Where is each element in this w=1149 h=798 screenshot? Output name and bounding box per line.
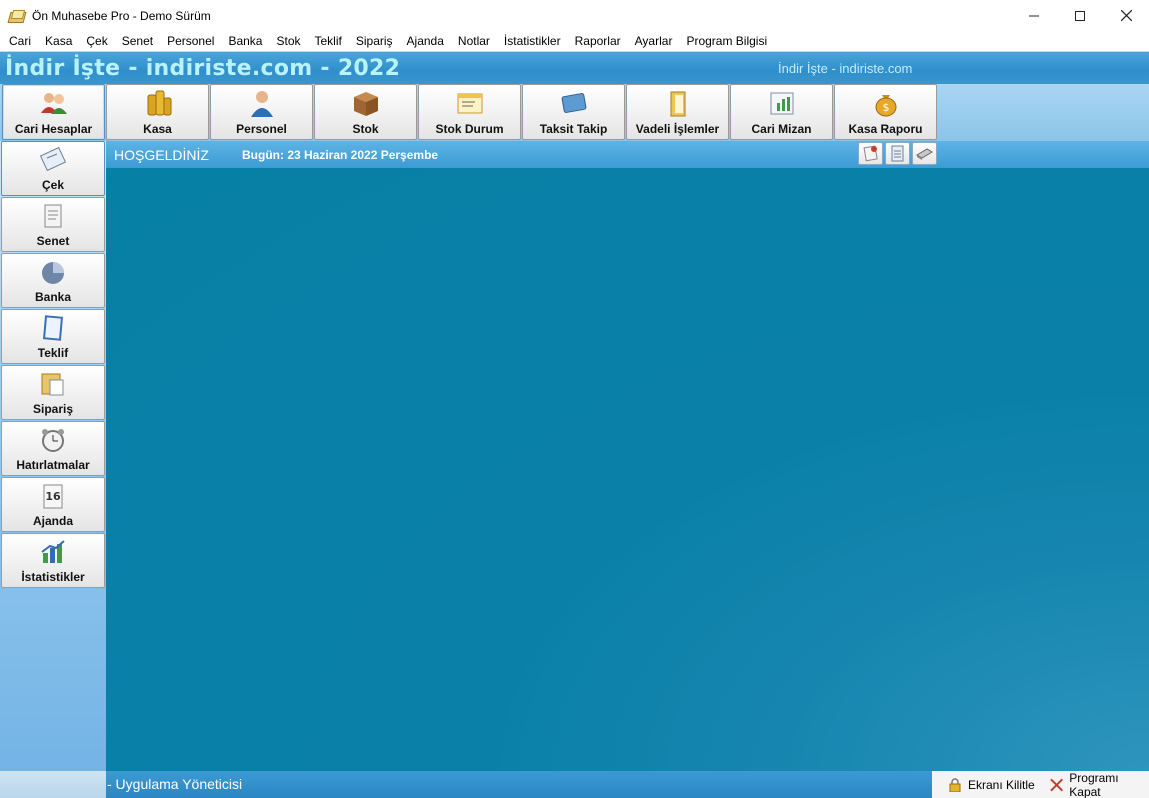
lock-screen-button[interactable]: Ekranı Kilitle xyxy=(932,771,1040,798)
welcome-title: HOŞGELDİNİZ xyxy=(114,147,209,163)
close-program-button[interactable]: Programı Kapat xyxy=(1040,771,1149,798)
status-user-text: - Uygulama Yöneticisi xyxy=(107,776,243,792)
clipboard-button[interactable] xyxy=(885,142,910,165)
main-content-area xyxy=(106,168,1149,771)
toolbar-cari-hesaplar-button[interactable]: Cari Hesaplar xyxy=(2,84,105,140)
lock-screen-label: Ekranı Kilitle xyxy=(968,777,1035,792)
note-button[interactable] xyxy=(858,142,883,165)
sidebar-item-label: Hatırlatmalar xyxy=(16,458,90,472)
window-title: Ön Muhasebe Pro - Demo Sürüm xyxy=(32,8,211,23)
toolbar-kasa-button[interactable]: Kasa xyxy=(106,84,209,140)
lock-icon xyxy=(949,777,961,792)
menu-stok[interactable]: Stok xyxy=(269,31,307,51)
toolbar-label: Vadeli İşlemler xyxy=(635,122,720,136)
toolbar-stok-durum-button[interactable]: Stok Durum xyxy=(418,84,521,140)
menu-personel[interactable]: Personel xyxy=(160,31,221,51)
person-icon xyxy=(250,91,273,117)
users-icon xyxy=(40,93,67,114)
sidebar-item-label: Ajanda xyxy=(32,514,73,528)
toolbar-label: Taksit Takip xyxy=(539,122,608,136)
cheque-icon xyxy=(39,146,67,172)
calendar-icon: 16 xyxy=(43,484,63,509)
title-bar: Ön Muhasebe Pro - Demo Sürüm xyxy=(0,0,1149,31)
menu-kasa[interactable]: Kasa xyxy=(38,31,79,51)
toolbar-label: Kasa Raporu xyxy=(848,122,923,136)
header-banner: İndir İşte - indiriste.com - 2022 İndir … xyxy=(0,51,1149,84)
sidebar-item-label: İstatistikler xyxy=(21,570,85,584)
notepad-icon xyxy=(42,315,64,341)
folder-icon xyxy=(670,91,685,117)
close-icon xyxy=(1050,778,1064,791)
toolbar-label: Stok Durum xyxy=(435,122,504,136)
header-subtitle: İndir İşte - indiriste.com xyxy=(778,61,913,76)
box-icon xyxy=(353,92,378,116)
money-bag-icon: $ xyxy=(875,95,896,117)
menu-senet[interactable]: Senet xyxy=(115,31,160,51)
alarm-clock-icon xyxy=(42,429,64,452)
menu-cek[interactable]: Çek xyxy=(79,31,114,51)
toolbar-vadeli-islemler-button[interactable]: Vadeli İşlemler xyxy=(626,84,729,140)
note-icon xyxy=(863,145,878,162)
menu-program-bilgisi[interactable]: Program Bilgisi xyxy=(679,31,774,51)
toolbar-cari-mizan-button[interactable]: Cari Mizan xyxy=(730,84,833,140)
menu-ayarlar[interactable]: Ayarlar xyxy=(628,31,680,51)
sidebar-item-ajanda[interactable]: 16 Ajanda xyxy=(1,477,105,532)
header-title: İndir İşte - indiriste.com - 2022 xyxy=(5,56,401,81)
card-icon xyxy=(561,93,586,113)
toolbar-kasa-raporu-button[interactable]: $ Kasa Raporu xyxy=(834,84,937,140)
sidebar-item-siparis[interactable]: Sipariş xyxy=(1,365,105,420)
svg-text:$: $ xyxy=(882,101,889,114)
sidebar-item-banka[interactable]: Banka xyxy=(1,253,105,308)
pie-chart-icon xyxy=(42,262,64,284)
clipboard-icon xyxy=(891,145,904,162)
toolbar-label: Cari Hesaplar xyxy=(14,122,93,136)
menu-ajanda[interactable]: Ajanda xyxy=(400,31,451,51)
bar-chart-icon xyxy=(41,540,65,563)
minimize-icon xyxy=(1029,15,1039,16)
order-icon xyxy=(41,373,64,396)
today-date: Bugün: 23 Haziran 2022 Perşembe xyxy=(242,148,439,162)
toolbar-label: Kasa xyxy=(143,122,172,136)
toolbar-label: Stok xyxy=(352,122,379,136)
menu-siparis[interactable]: Sipariş xyxy=(349,31,400,51)
close-program-label: Programı Kapat xyxy=(1069,770,1119,798)
sidebar-item-label: Sipariş xyxy=(32,402,74,416)
menu-teklif[interactable]: Teklif xyxy=(308,31,349,51)
toolbar-personel-button[interactable]: Personel xyxy=(210,84,313,140)
toolbar-taksit-takip-button[interactable]: Taksit Takip xyxy=(522,84,625,140)
sidebar-item-teklif[interactable]: Teklif xyxy=(1,309,105,364)
sidebar-item-hatirlatmalar[interactable]: Hatırlatmalar xyxy=(1,421,105,476)
maximize-button[interactable] xyxy=(1057,0,1103,31)
sidebar-item-cek[interactable]: Çek xyxy=(1,141,105,196)
welcome-bar: HOŞGELDİNİZ Bugün: 23 Haziran 2022 Perşe… xyxy=(106,141,1149,168)
calendar-day: 16 xyxy=(45,490,61,503)
sidebar-item-senet[interactable]: Senet xyxy=(1,197,105,252)
sidebar-item-label: Çek xyxy=(41,178,64,192)
sidebar-item-label: Banka xyxy=(34,290,72,304)
toolbar-stok-button[interactable]: Stok xyxy=(314,84,417,140)
sidebar-item-label: Senet xyxy=(36,234,70,248)
menu-istatistikler[interactable]: İstatistikler xyxy=(497,31,568,51)
close-icon xyxy=(1120,10,1132,21)
eraser-button[interactable] xyxy=(912,142,937,165)
sidebar-item-istatistikler[interactable]: İstatistikler xyxy=(1,533,105,588)
menu-bar: Cari Kasa Çek Senet Personel Banka Stok … xyxy=(0,31,1149,51)
close-button[interactable] xyxy=(1103,0,1149,31)
eraser-icon xyxy=(916,148,933,160)
minimize-button[interactable] xyxy=(1011,0,1057,31)
menu-notlar[interactable]: Notlar xyxy=(451,31,497,51)
spreadsheet-icon xyxy=(770,92,793,115)
toolbar-label: Cari Mizan xyxy=(751,122,812,136)
maximize-icon xyxy=(1075,10,1085,21)
toolbar-label: Personel xyxy=(236,122,287,136)
menu-cari[interactable]: Cari xyxy=(2,31,38,51)
document-icon xyxy=(44,204,62,228)
menu-raporlar[interactable]: Raporlar xyxy=(568,31,628,51)
window-list-icon xyxy=(457,93,482,114)
sidebar-item-label: Teklif xyxy=(37,346,69,360)
coins-icon xyxy=(147,90,171,116)
app-icon xyxy=(8,9,26,23)
menu-banka[interactable]: Banka xyxy=(221,31,269,51)
